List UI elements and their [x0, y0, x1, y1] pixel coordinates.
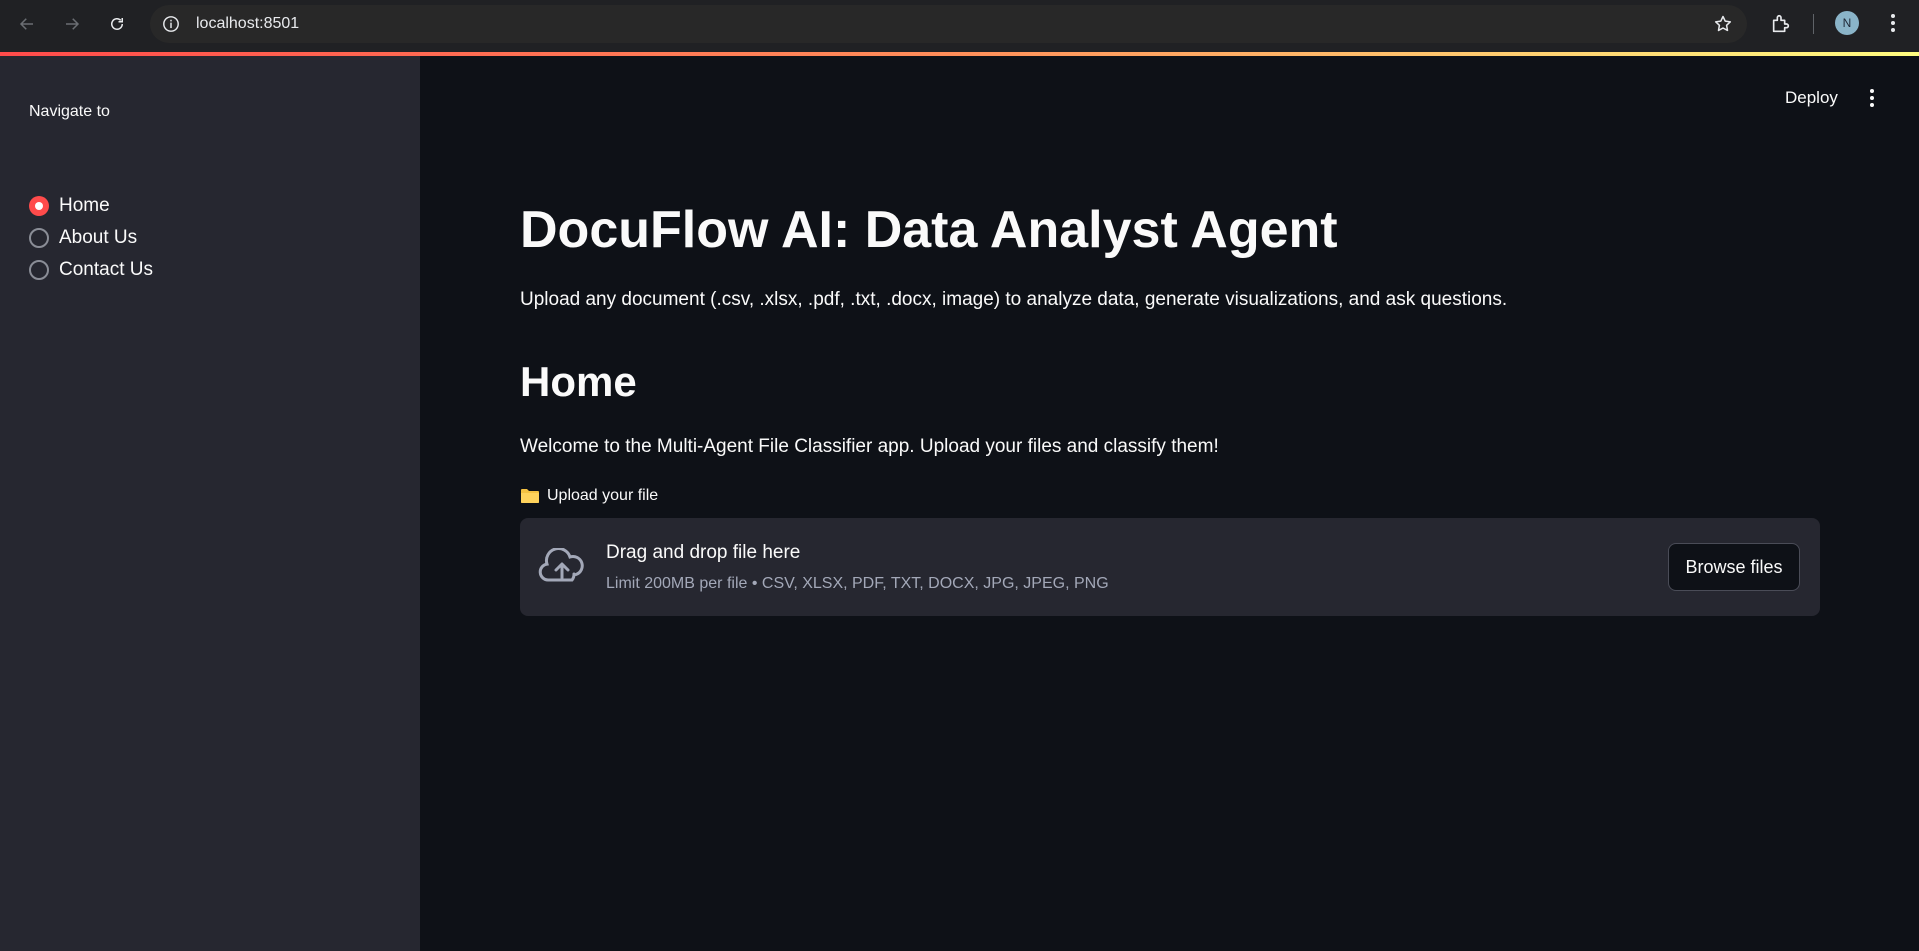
- reload-icon: [111, 18, 123, 30]
- arrow-left-icon: [19, 18, 33, 30]
- radio-option-home[interactable]: Home: [29, 193, 110, 219]
- welcome-text: Welcome to the Multi-Agent File Classifi…: [520, 436, 1219, 457]
- arrow-right-icon: [66, 18, 80, 30]
- dropzone-hint: Limit 200MB per file • CSV, XLSX, PDF, T…: [606, 575, 1109, 592]
- page-description: Upload any document (.csv, .xlsx, .pdf, …: [520, 289, 1508, 310]
- file-dropzone[interactable]: Drag and drop file here Limit 200MB per …: [520, 518, 1820, 616]
- deploy-button[interactable]: Deploy: [1785, 88, 1838, 108]
- uploader-label: Upload your file: [520, 487, 658, 505]
- bookmark-star-icon[interactable]: [1713, 14, 1733, 34]
- nav-radio-label: Navigate to: [29, 103, 110, 120]
- radio-unselected-icon[interactable]: [29, 260, 49, 280]
- back-button[interactable]: [15, 12, 39, 36]
- toolbar-divider: [1813, 14, 1814, 34]
- radio-option-about-us[interactable]: About Us: [29, 225, 137, 251]
- browser-menu-icon[interactable]: [1884, 12, 1902, 36]
- profile-avatar[interactable]: N: [1835, 11, 1859, 35]
- radio-option-contact-us[interactable]: Contact Us: [29, 257, 153, 283]
- uploader-label-text: Upload your file: [547, 487, 659, 504]
- radio-label-contact-us: Contact Us: [59, 259, 153, 280]
- dropzone-title: Drag and drop file here: [606, 542, 801, 563]
- sidebar: [0, 56, 420, 951]
- radio-unselected-icon[interactable]: [29, 228, 49, 248]
- radio-selected-icon[interactable]: [29, 196, 49, 216]
- extensions-icon[interactable]: [1770, 13, 1792, 35]
- cloud-upload-icon: [538, 548, 584, 582]
- folder-icon: [521, 489, 539, 503]
- browse-files-button[interactable]: Browse files: [1668, 543, 1800, 591]
- page-title: DocuFlow AI: Data Analyst Agent: [520, 201, 1338, 259]
- reload-button[interactable]: [105, 12, 129, 36]
- url-text: localhost:8501: [196, 15, 300, 32]
- browser-toolbar: localhost:8501 N: [0, 0, 1919, 52]
- radio-label-home: Home: [59, 195, 110, 216]
- section-heading: Home: [520, 358, 637, 405]
- address-bar[interactable]: localhost:8501: [150, 5, 1747, 43]
- main-menu-icon[interactable]: [1864, 87, 1880, 109]
- forward-button[interactable]: [60, 12, 84, 36]
- site-info-icon[interactable]: [162, 15, 180, 33]
- radio-label-about-us: About Us: [59, 227, 138, 248]
